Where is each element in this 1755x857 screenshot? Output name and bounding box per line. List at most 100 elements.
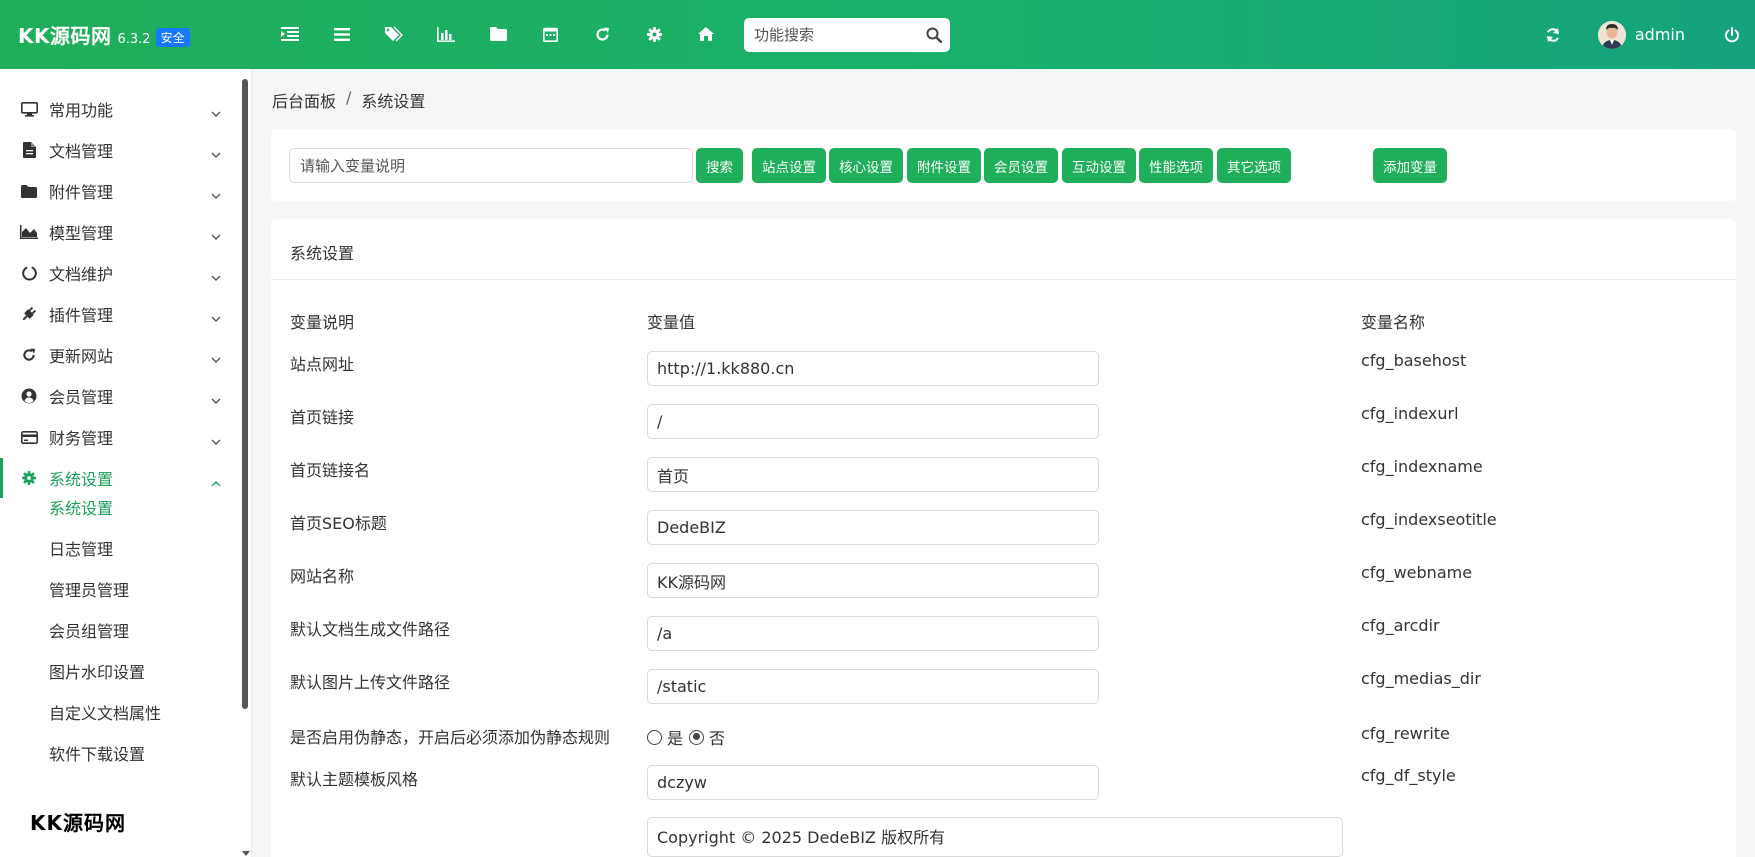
breadcrumb: 后台面板 / 系统设置: [272, 88, 425, 112]
sidebar-item-common[interactable]: 常用功能: [0, 89, 240, 129]
power-icon[interactable]: [1717, 20, 1747, 50]
breadcrumb-separator: /: [346, 88, 352, 107]
top-header: KK源码网 6.3.2 安全 功能搜索 admin: [0, 0, 1755, 69]
column-header-value: 变量值: [647, 313, 696, 332]
indexurl-input[interactable]: [647, 404, 1099, 439]
member-settings-button[interactable]: 会员设置: [984, 148, 1058, 183]
breadcrumb-root[interactable]: 后台面板: [272, 88, 336, 112]
row-label: 默认图片上传文件路径: [290, 673, 451, 692]
function-search: [744, 18, 950, 52]
sidebar-item-system-settings[interactable]: 系统设置: [0, 458, 240, 498]
sidebar-item-documents[interactable]: 文档管理: [0, 130, 240, 170]
search-icon[interactable]: [926, 27, 943, 47]
folder-icon: [20, 183, 38, 199]
other-options-button[interactable]: 其它选项: [1217, 148, 1291, 183]
chevron-down-icon: [211, 432, 221, 450]
column-header-name: 变量名称: [1361, 313, 1426, 332]
chevron-down-icon: [211, 268, 221, 286]
list-icon[interactable]: [316, 18, 368, 50]
rewrite-yes-radio[interactable]: [647, 729, 662, 745]
user-name[interactable]: admin: [1635, 25, 1685, 44]
sidebar: 常用功能 文档管理 附件管理 模型管理 文档维护 插件管理 更新网站 会员管理: [0, 69, 252, 857]
df-style-input[interactable]: [647, 765, 1099, 800]
arcdir-input[interactable]: [647, 616, 1099, 651]
indexname-input[interactable]: [647, 457, 1099, 492]
chevron-up-icon: [211, 473, 221, 491]
powerby-textarea[interactable]: Copyright © 2025 DedeBIZ 版权所有: [647, 817, 1343, 857]
function-search-input[interactable]: [744, 18, 914, 52]
add-variable-button[interactable]: 添加变量: [1373, 148, 1447, 183]
indexseotitle-input[interactable]: [647, 510, 1099, 545]
row-label: 网站名称: [290, 567, 355, 586]
sidebar-item-maintenance[interactable]: 文档维护: [0, 253, 240, 293]
sidebar-scrollbar[interactable]: [242, 79, 248, 709]
row-label: 站点网址: [290, 355, 355, 374]
brand[interactable]: KK源码网 6.3.2 安全: [18, 20, 190, 49]
search-button[interactable]: 搜索: [696, 148, 743, 183]
home-icon[interactable]: [680, 18, 732, 50]
row-varname: cfg_rewrite: [1361, 724, 1450, 743]
gear-icon[interactable]: [628, 18, 680, 50]
core-settings-button[interactable]: 核心设置: [829, 148, 903, 183]
sidebar-item-members[interactable]: 会员管理: [0, 376, 240, 416]
subnav-admin-management[interactable]: 管理员管理: [49, 576, 129, 606]
medias-dir-input[interactable]: [647, 669, 1099, 704]
attachment-settings-button[interactable]: 附件设置: [907, 148, 981, 183]
subnav-member-groups[interactable]: 会员组管理: [49, 617, 129, 647]
row-varname: cfg_df_style: [1361, 766, 1456, 785]
scroll-down-icon[interactable]: [242, 842, 250, 857]
rewrite-no-radio[interactable]: [689, 729, 705, 745]
chevron-down-icon: [211, 309, 221, 327]
refresh-icon[interactable]: [576, 18, 628, 50]
sidebar-item-label: 会员管理: [49, 388, 114, 407]
circle-notch-icon: [20, 265, 38, 281]
subnav-watermark-settings[interactable]: 图片水印设置: [49, 658, 145, 688]
basehost-input[interactable]: [647, 351, 1099, 386]
chevron-down-icon: [211, 227, 221, 245]
sidebar-item-models[interactable]: 模型管理: [0, 212, 240, 252]
refresh-icon: [20, 347, 38, 363]
credit-card-icon: [20, 429, 38, 445]
subnav-system-settings[interactable]: 系统设置: [49, 494, 113, 524]
chevron-down-icon: [211, 104, 221, 122]
variable-search-input[interactable]: [289, 148, 693, 183]
tags-icon[interactable]: [368, 18, 420, 50]
calendar-icon[interactable]: [524, 18, 576, 50]
reload-icon[interactable]: [1538, 20, 1568, 50]
sidebar-item-attachments[interactable]: 附件管理: [0, 171, 240, 211]
sidebar-item-label: 附件管理: [49, 183, 114, 202]
watermark-logo: KK源码网: [30, 811, 126, 835]
column-header-description: 变量说明: [290, 313, 355, 332]
site-settings-button[interactable]: 站点设置: [752, 148, 826, 183]
folder-icon[interactable]: [472, 18, 524, 50]
avatar[interactable]: [1597, 20, 1626, 49]
row-label: 首页链接: [290, 408, 355, 427]
indent-icon[interactable]: [264, 18, 316, 50]
sidebar-item-plugins[interactable]: 插件管理: [0, 294, 240, 334]
monitor-icon: [20, 101, 38, 117]
panel-title: 系统设置: [290, 244, 355, 263]
row-label: 首页链接名: [290, 461, 371, 480]
interaction-settings-button[interactable]: 互动设置: [1062, 148, 1136, 183]
bar-chart-icon[interactable]: [420, 18, 472, 50]
row-label: 首页SEO标题: [290, 514, 387, 533]
row-varname: cfg_indexurl: [1361, 404, 1459, 423]
webname-input[interactable]: [647, 563, 1099, 598]
row-label: 默认文档生成文件路径: [290, 620, 451, 639]
brand-name: KK源码网: [18, 24, 112, 48]
subnav-download-settings[interactable]: 软件下载设置: [49, 740, 145, 770]
sidebar-item-update-site[interactable]: 更新网站: [0, 335, 240, 375]
row-varname: cfg_basehost: [1361, 351, 1467, 370]
performance-options-button[interactable]: 性能选项: [1139, 148, 1213, 183]
row-varname: cfg_arcdir: [1361, 616, 1440, 635]
sidebar-item-finance[interactable]: 财务管理: [0, 417, 240, 457]
subnav-custom-attributes[interactable]: 自定义文档属性: [49, 699, 161, 729]
sidebar-item-label: 文档管理: [49, 142, 114, 161]
subnav-log-management[interactable]: 日志管理: [49, 535, 113, 565]
row-label: 是否启用伪静态，开启后必须添加伪静态规则: [290, 728, 611, 747]
header-right: admin: [1538, 0, 1755, 69]
filter-card: 搜索 站点设置 核心设置 附件设置 会员设置 互动设置 性能选项 其它选项 添加…: [271, 129, 1736, 201]
row-varname: cfg_indexname: [1361, 457, 1483, 476]
user-circle-icon: [20, 388, 38, 404]
sidebar-item-label: 财务管理: [49, 429, 114, 448]
